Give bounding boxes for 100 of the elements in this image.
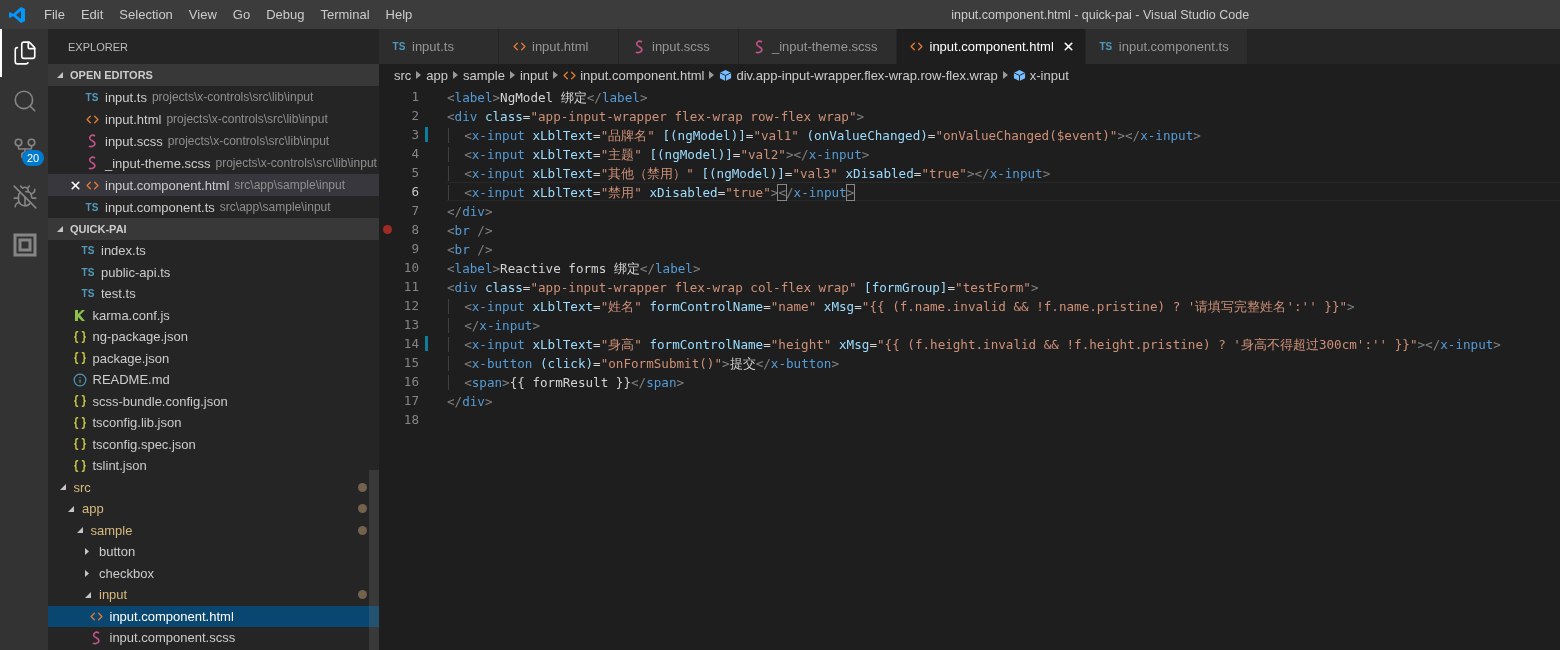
tree-item[interactable]: TS public-api.ts: [48, 261, 379, 283]
editor-tab[interactable]: input.html: [499, 29, 619, 64]
breakpoint-dot[interactable]: [383, 225, 392, 234]
code-line: <div class="app-input-wrapper flex-wrap col-flex wrap" [formGroup]="testForm">: [447, 279, 1040, 296]
tree-item[interactable]: checkbox: [48, 562, 379, 584]
menu-item[interactable]: Edit: [72, 7, 112, 22]
cube-icon: [1012, 68, 1026, 82]
line-number: 16: [402, 374, 419, 389]
tree-item[interactable]: input: [48, 584, 379, 606]
breadcrumb-item[interactable]: input.component.html: [563, 67, 705, 83]
expanded-arrow-icon[interactable]: [84, 590, 92, 599]
code-line: <x-input xLblText="身高" formControlName="height" xMsg="{{ (f.height.invalid && !f.height.pristine) ? '身高不得超过300cm':'' }}"></x-input>: [447, 334, 1560, 353]
sass-icon: [86, 156, 98, 170]
tree-item[interactable]: tsconfig.lib.json: [48, 412, 379, 434]
line-number: 17: [402, 393, 419, 408]
menu-item[interactable]: Help: [377, 7, 421, 22]
tree-item[interactable]: app: [48, 498, 379, 520]
chevron-icon: [509, 71, 515, 79]
tree-item[interactable]: README.md: [48, 369, 379, 391]
code-line: </div>: [447, 203, 494, 220]
typescript-icon: TS: [392, 41, 406, 52]
expanded-arrow-icon[interactable]: [67, 504, 75, 513]
tree-item[interactable]: tslint.json: [48, 455, 379, 477]
line-number: 2: [410, 108, 419, 123]
menu-item[interactable]: Selection: [111, 7, 181, 22]
line-number: 9: [410, 241, 419, 256]
editor-tab[interactable]: TS input.ts: [379, 29, 499, 64]
info-icon: [72, 372, 87, 387]
open-editor-item[interactable]: _input-theme.scss projects\x-controls\src\lib\input: [48, 152, 379, 174]
breadcrumb-item[interactable]: x-input: [1012, 67, 1069, 83]
chevron-icon: [553, 71, 559, 79]
line-number: 1: [410, 89, 419, 104]
tree-item[interactable]: input.component.scss: [48, 627, 379, 649]
line-number: 11: [402, 279, 419, 294]
code-line: <br />: [447, 222, 494, 239]
code-line: </div>: [447, 393, 494, 410]
tree-item[interactable]: TS index.ts: [48, 240, 379, 262]
line-number: 4: [410, 146, 419, 161]
breadcrumb-item[interactable]: div.app-input-wrapper.flex-wrap.row-flex.wrap: [719, 67, 998, 83]
line-number: 18: [402, 412, 419, 427]
menu-item[interactable]: Terminal: [312, 7, 378, 22]
search-icon[interactable]: [12, 88, 38, 114]
code-line: <x-input xLblText="其他（禁用）" [(ngModel)]="val3" xDisabled="true"></x-input>: [447, 163, 1560, 182]
line-number: 3: [410, 127, 419, 142]
tree-item[interactable]: scss-bundle.config.json: [48, 390, 379, 412]
code-icon: [910, 40, 923, 53]
tree-item[interactable]: input.component.html: [48, 605, 379, 627]
expanded-arrow-icon[interactable]: [56, 225, 64, 233]
close-icon[interactable]: [68, 178, 82, 192]
menu-item[interactable]: Debug: [258, 7, 313, 22]
open-editor-item[interactable]: input.scss projects\x-controls\src\lib\input: [48, 130, 379, 152]
section-header[interactable]: QUICK-PAI: [48, 218, 379, 240]
code-line: <label>NgModel 绑定</label>: [447, 89, 649, 106]
scrollbar[interactable]: [369, 470, 379, 650]
breadcrumb-item[interactable]: app: [426, 67, 449, 83]
editor-tab[interactable]: input.scss: [619, 29, 739, 64]
debug-icon[interactable]: [12, 184, 38, 210]
open-editor-item[interactable]: TS input.component.ts src\app\sample\input: [48, 196, 379, 218]
tree-item[interactable]: src: [48, 476, 379, 498]
menu-item[interactable]: View: [180, 7, 225, 22]
code-line: <x-button (click)="onFormSubmit()">提交</x-button>: [447, 353, 1560, 372]
close-icon[interactable]: [1061, 40, 1075, 53]
editor-tab[interactable]: input.component.html: [896, 29, 1086, 64]
tree-item[interactable]: package.json: [48, 347, 379, 369]
code-line: <div class="app-input-wrapper flex-wrap row-flex wrap">: [447, 108, 866, 125]
collapsed-arrow-icon[interactable]: [84, 547, 90, 557]
expanded-arrow-icon[interactable]: [75, 526, 84, 535]
files-icon[interactable]: [12, 40, 38, 66]
open-editor-item[interactable]: input.component.html src\app\sample\input: [48, 174, 379, 196]
typescript-icon: TS: [81, 288, 95, 300]
expanded-arrow-icon[interactable]: [56, 71, 64, 79]
tree-item[interactable]: karma.conf.js: [48, 304, 379, 326]
sidebar-title: EXPLORER: [67, 39, 129, 55]
braces-icon: [72, 458, 87, 473]
editor-tab[interactable]: _input-theme.scss: [739, 29, 897, 64]
tree-item[interactable]: tsconfig.spec.json: [48, 433, 379, 455]
menu-item[interactable]: File: [36, 7, 73, 22]
section-header[interactable]: OPEN EDITORS: [48, 64, 379, 86]
menu-item[interactable]: Go: [224, 7, 259, 22]
tree-item[interactable]: TS test.ts: [48, 283, 379, 305]
tree-item[interactable]: sample: [48, 519, 379, 541]
code-line: <span>{{ formResult }}</span>: [447, 372, 1560, 391]
breadcrumb-item[interactable]: src: [394, 67, 412, 83]
open-editor-item[interactable]: TS input.ts projects\x-controls\src\lib\input: [48, 86, 379, 108]
line-number: 7: [410, 203, 419, 218]
typescript-icon: TS: [85, 201, 99, 213]
braces-icon: [72, 415, 87, 430]
braces-icon: [72, 351, 87, 366]
collapsed-arrow-icon[interactable]: [84, 568, 90, 578]
sass-icon: [633, 39, 645, 54]
breadcrumb-item[interactable]: input: [519, 67, 549, 83]
line-number: 13: [402, 317, 419, 332]
extensions-icon[interactable]: [12, 232, 38, 258]
open-editor-item[interactable]: input.html projects\x-controls\src\lib\input: [48, 108, 379, 130]
tree-item[interactable]: ng-package.json: [48, 326, 379, 348]
expanded-arrow-icon[interactable]: [58, 483, 67, 492]
line-number: 14: [402, 336, 419, 351]
tree-item[interactable]: button: [48, 541, 379, 563]
editor-tab[interactable]: TS input.component.ts: [1085, 29, 1248, 64]
breadcrumb-item[interactable]: sample: [463, 67, 505, 83]
